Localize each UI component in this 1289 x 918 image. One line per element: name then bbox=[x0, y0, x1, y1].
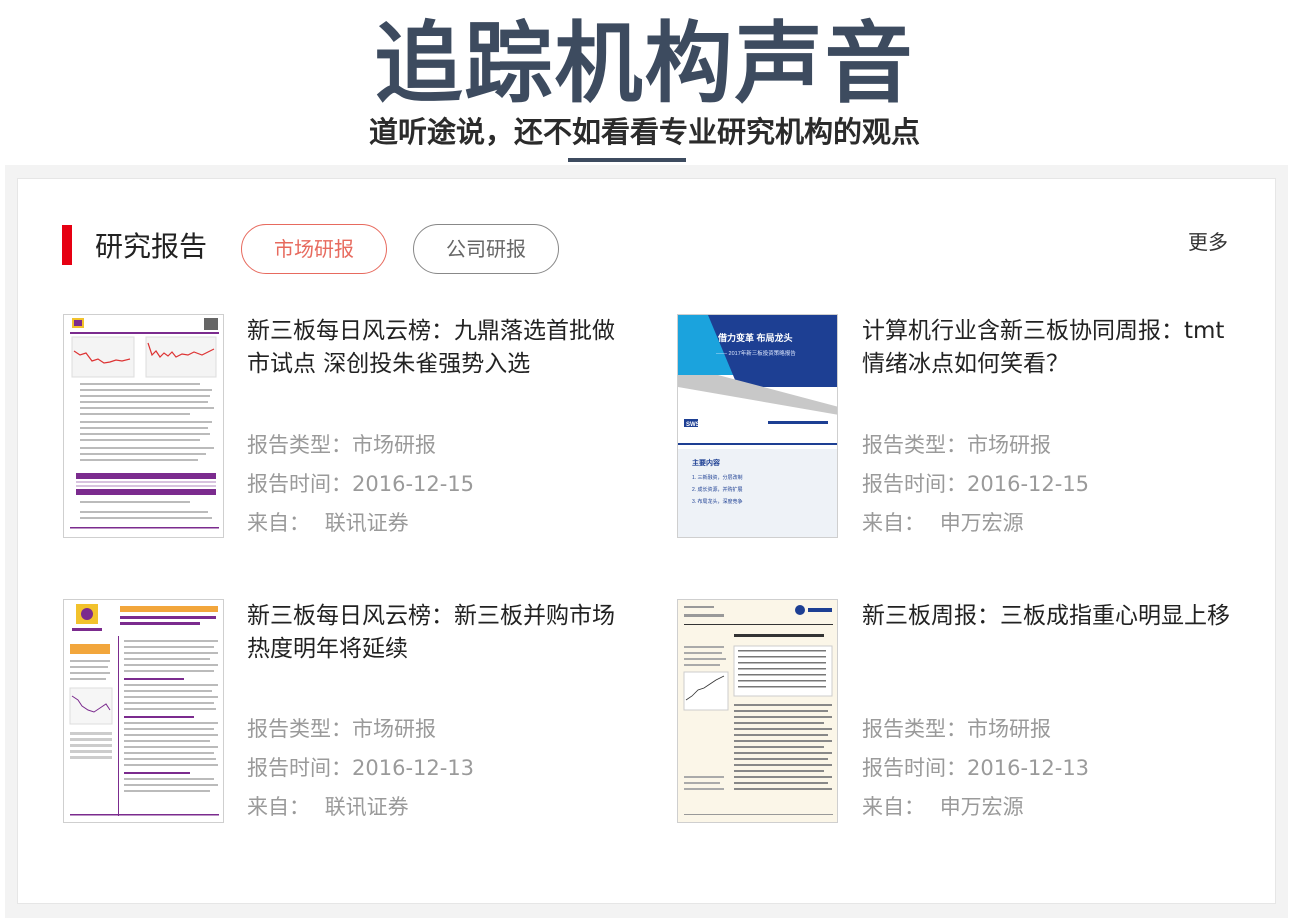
report-thumbnail-4[interactable] bbox=[677, 599, 838, 823]
source-name: 申万宏源 bbox=[939, 795, 1024, 819]
thumb2-subline: —— 2017年新三板投资策略报告 bbox=[716, 349, 796, 357]
report-title-3[interactable]: 新三板每日风云榜：新三板并购市场热度明年将延续 bbox=[247, 600, 617, 666]
source-prefix: 来自： bbox=[247, 511, 310, 535]
section-title: 研究报告 bbox=[95, 230, 208, 263]
hero-banner: 追踪机构声音 道听途说，还不如看看专业研究机构的观点 bbox=[0, 0, 1289, 165]
report-thumbnail-2[interactable]: 借力变革 布局龙头 —— 2017年新三板投资策略报告 SWS 主要内容 1. … bbox=[677, 314, 838, 538]
report-date-1: 报告时间：2016-12-15 bbox=[247, 472, 475, 496]
source-name: 联讯证券 bbox=[324, 511, 409, 535]
hero-subtitle: 道听途说，还不如看看专业研究机构的观点 bbox=[368, 115, 920, 149]
report-date-3: 报告时间：2016-12-13 bbox=[247, 756, 475, 780]
tab-market-reports[interactable]: 市场研报 bbox=[241, 224, 387, 274]
thumb2-headline: 借力变革 布局龙头 bbox=[717, 332, 793, 343]
hero-underline bbox=[568, 158, 686, 162]
thumb2-toc-title: 主要内容 bbox=[692, 458, 720, 467]
source-prefix: 来自： bbox=[247, 795, 310, 819]
report-type-2: 报告类型：市场研报 bbox=[862, 433, 1051, 457]
thumb2-toc-3: 3. 布局龙头，深度竞争 bbox=[692, 498, 743, 505]
report-type-4: 报告类型：市场研报 bbox=[862, 717, 1051, 741]
report-type-3: 报告类型：市场研报 bbox=[247, 717, 436, 741]
tab-company-reports[interactable]: 公司研报 bbox=[413, 224, 559, 274]
thumb2-toc-2: 2. 成长资源，并购扩展 bbox=[692, 486, 743, 493]
thumb2-logo: SWS bbox=[686, 422, 700, 428]
section-marker bbox=[62, 225, 72, 265]
report-source-2: 来自： 申万宏源 bbox=[862, 509, 1024, 537]
report-thumbnail-3[interactable] bbox=[63, 599, 224, 823]
report-type-1: 报告类型：市场研报 bbox=[247, 433, 436, 457]
report-thumbnail-1[interactable] bbox=[63, 314, 224, 538]
source-prefix: 来自： bbox=[862, 511, 925, 535]
source-name: 申万宏源 bbox=[939, 511, 1024, 535]
thumb2-toc-1: 1. 三新融资，分层改制 bbox=[692, 474, 743, 481]
source-name: 联讯证券 bbox=[324, 795, 409, 819]
report-date-4: 报告时间：2016-12-13 bbox=[862, 756, 1090, 780]
more-link[interactable]: 更多 bbox=[1188, 226, 1228, 255]
report-title-1[interactable]: 新三板每日风云榜：九鼎落选首批做市试点 深创投朱雀强势入选 bbox=[247, 315, 617, 381]
report-source-3: 来自： 联讯证券 bbox=[247, 793, 409, 821]
report-date-2: 报告时间：2016-12-15 bbox=[862, 472, 1090, 496]
report-source-4: 来自： 申万宏源 bbox=[862, 793, 1024, 821]
report-source-1: 来自： 联讯证券 bbox=[247, 509, 409, 537]
report-title-4[interactable]: 新三板周报：三板成指重心明显上移 bbox=[862, 600, 1232, 633]
report-title-2[interactable]: 计算机行业含新三板协同周报：tmt情绪冰点如何笑看？ bbox=[862, 315, 1232, 381]
hero-title: 追踪机构声音 bbox=[374, 12, 915, 115]
source-prefix: 来自： bbox=[862, 795, 925, 819]
